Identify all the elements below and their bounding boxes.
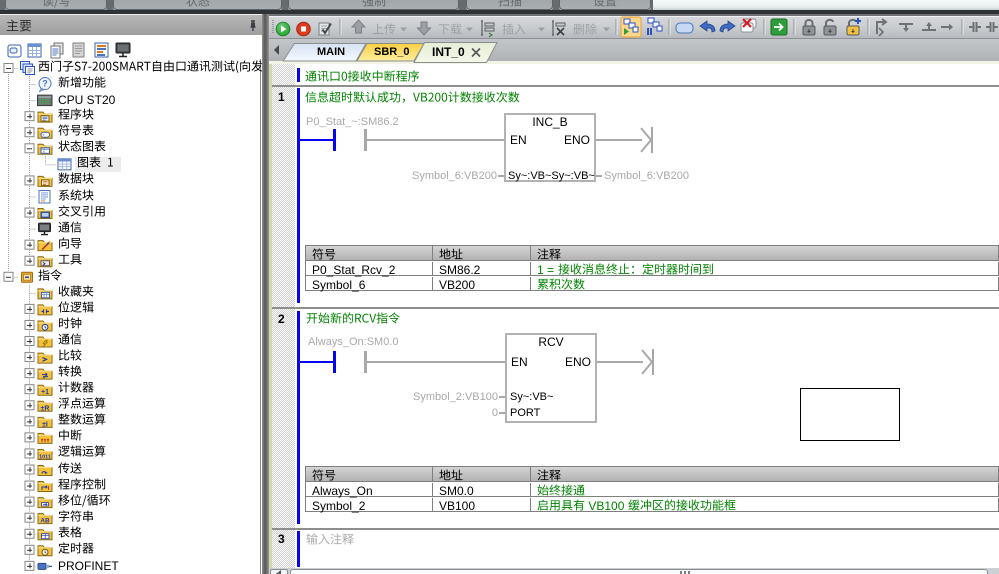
svg-text:AB: AB [40, 518, 50, 525]
svg-text:?: ? [42, 79, 48, 89]
svg-text:1011: 1011 [39, 454, 51, 460]
svg-text:±I: ±I [42, 421, 48, 428]
svg-text:+1: +1 [41, 389, 49, 396]
svg-text:±R: ±R [41, 405, 50, 412]
